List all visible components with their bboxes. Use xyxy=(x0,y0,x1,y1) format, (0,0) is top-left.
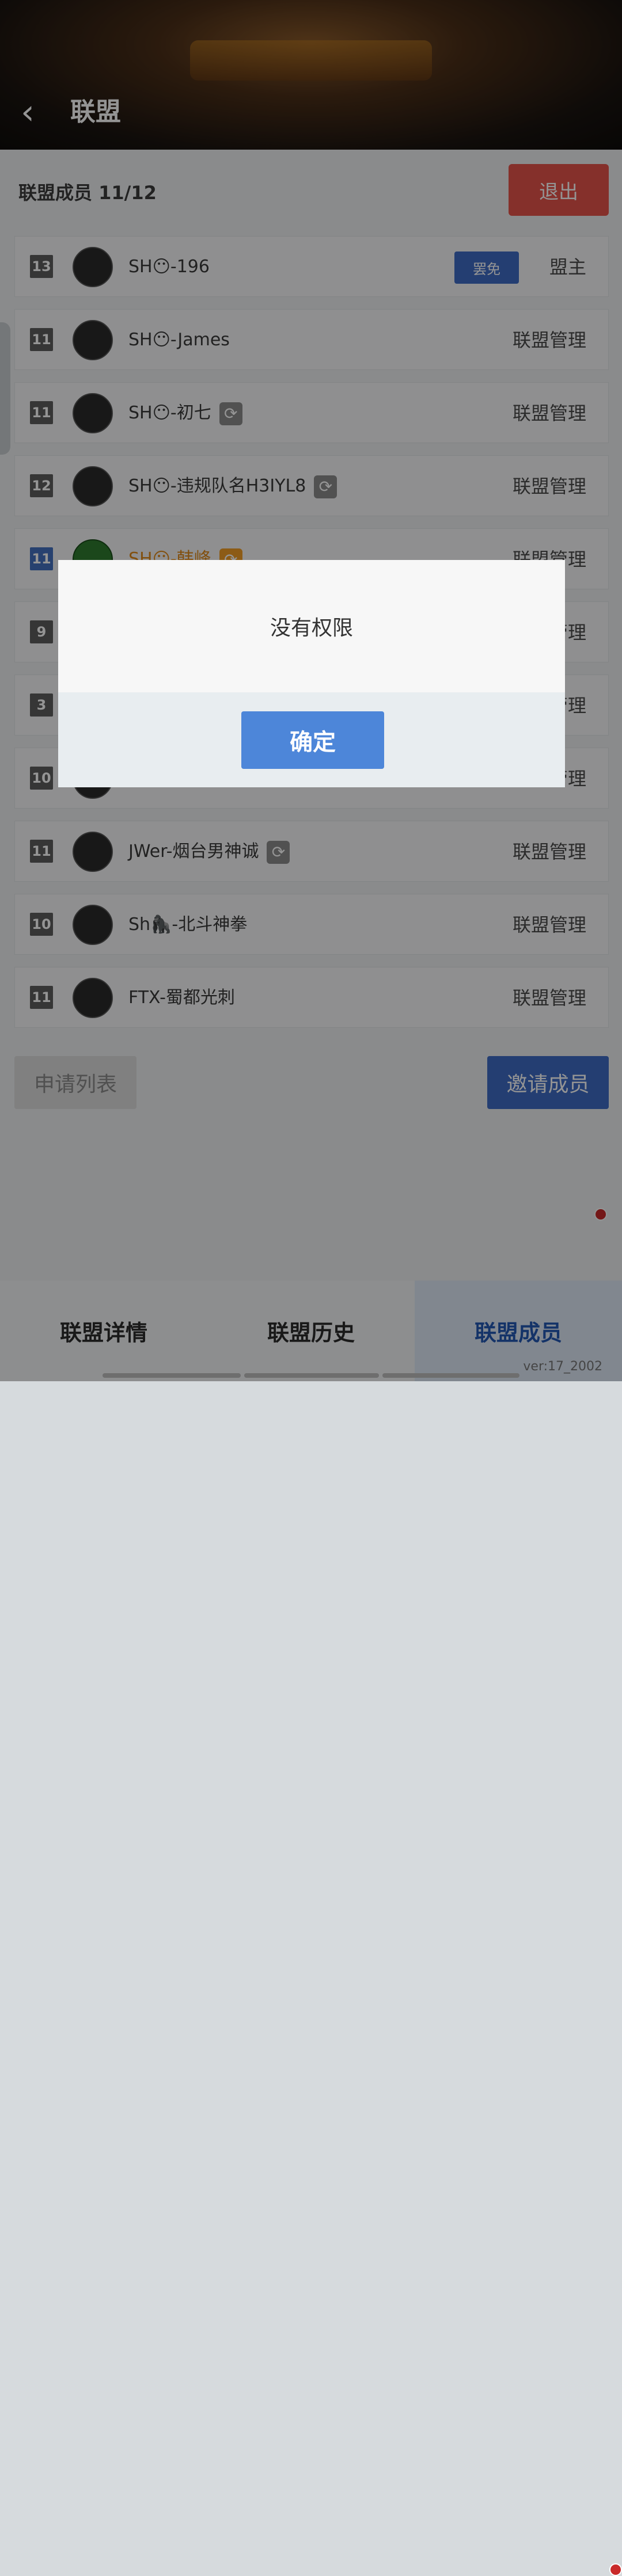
dialog-footer: 确定 xyxy=(58,692,565,787)
notification-dot xyxy=(609,2563,622,2576)
confirm-button[interactable]: 确定 xyxy=(241,711,384,769)
permission-dialog: 没有权限 确定 xyxy=(58,560,565,787)
dialog-message: 没有权限 xyxy=(270,616,353,640)
